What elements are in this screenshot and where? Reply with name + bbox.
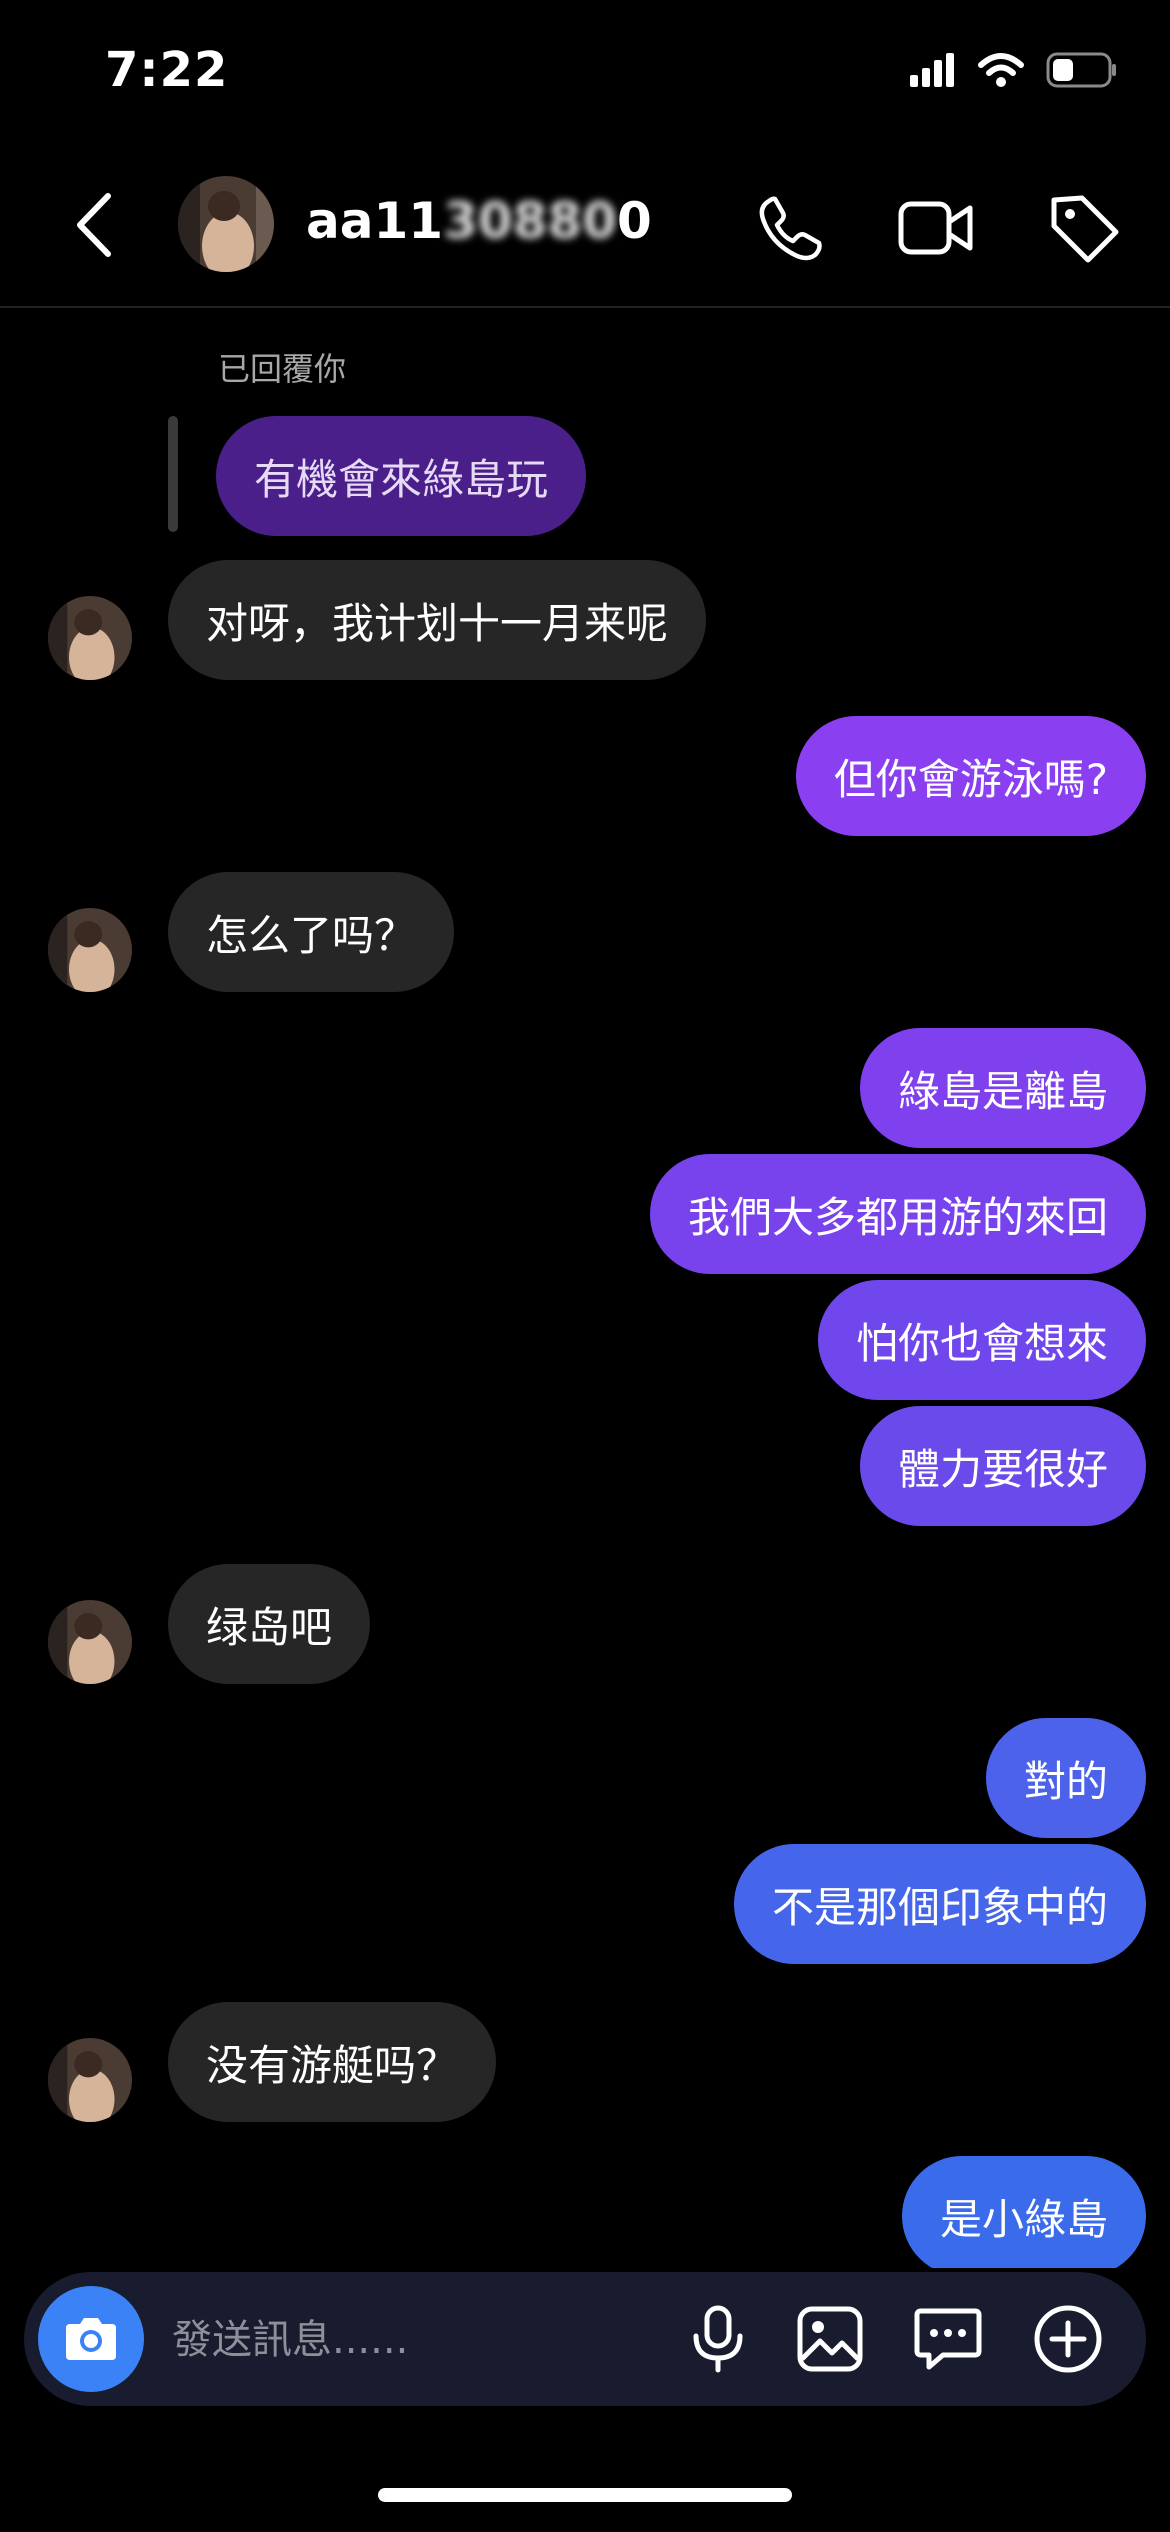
microphone-icon	[693, 2305, 743, 2373]
message-input[interactable]	[170, 2304, 624, 2376]
contact-name-blurred: 30880	[443, 192, 618, 250]
gallery-button[interactable]	[790, 2299, 870, 2379]
avatar[interactable]	[48, 1600, 132, 1684]
quoted-message[interactable]: 有機會來綠島玩	[216, 416, 587, 536]
more-button[interactable]	[1028, 2299, 1108, 2379]
reply-quote-bar	[168, 416, 178, 532]
call-button[interactable]	[750, 188, 830, 268]
status-bar: 7:22	[0, 0, 1170, 150]
chat-header: aa11308800	[0, 150, 1170, 308]
status-time: 7:22	[105, 42, 229, 98]
chevron-left-icon	[77, 193, 111, 257]
back-button[interactable]	[62, 190, 126, 260]
tag-button[interactable]	[1044, 188, 1124, 268]
status-icons	[910, 52, 1118, 92]
phone-icon	[759, 196, 822, 261]
camera-button[interactable]	[38, 2286, 144, 2392]
tag-icon	[1051, 195, 1119, 263]
avatar[interactable]	[48, 596, 132, 680]
message-bubble-outgoing[interactable]: 不是那個印象中的	[733, 1844, 1146, 1964]
message-bubble-incoming[interactable]: 绿岛吧	[168, 1564, 371, 1684]
contact-name-suffix: 0	[617, 192, 652, 250]
message-bubble-outgoing[interactable]: 體力要很好	[859, 1406, 1146, 1526]
message-bubble-outgoing[interactable]: 但你會游泳嗎?	[795, 716, 1146, 836]
home-indicator[interactable]	[378, 2488, 792, 2502]
message-list[interactable]: 已回覆你 有機會來綠島玩 对呀，我计划十一月来呢 但你會游泳嗎? 怎么了吗？ 綠…	[0, 308, 1170, 2268]
battery-icon	[1046, 52, 1118, 92]
video-camera-icon	[898, 201, 973, 255]
signal-icon	[910, 53, 956, 91]
sticker-button[interactable]	[908, 2299, 988, 2379]
image-icon	[797, 2306, 863, 2372]
wifi-icon	[978, 53, 1024, 91]
camera-icon	[66, 2318, 116, 2360]
avatar[interactable]	[48, 2038, 132, 2122]
avatar[interactable]	[178, 176, 274, 272]
message-bubble-outgoing[interactable]: 我們大多都用游的來回	[649, 1154, 1146, 1274]
message-bubble-outgoing[interactable]: 對的	[985, 1718, 1146, 1838]
contact-name-visible: aa11	[306, 192, 444, 250]
message-bubble-outgoing[interactable]: 怕你也會想來	[817, 1280, 1146, 1400]
message-bubble-incoming[interactable]: 怎么了吗？	[168, 872, 455, 992]
chat-bubble-icon	[914, 2308, 982, 2370]
reply-note: 已回覆你	[218, 350, 347, 388]
voice-button[interactable]	[678, 2299, 758, 2379]
contact-name[interactable]: aa11308800	[306, 192, 652, 250]
video-call-button[interactable]	[896, 188, 976, 268]
avatar[interactable]	[48, 908, 132, 992]
message-bubble-incoming[interactable]: 没有游艇吗？	[168, 2002, 497, 2122]
message-bubble-outgoing[interactable]: 綠島是離島	[859, 1028, 1146, 1148]
message-bubble-outgoing[interactable]: 是小綠島	[901, 2156, 1146, 2268]
plus-circle-icon	[1034, 2305, 1102, 2373]
message-bubble-incoming[interactable]: 对呀，我计划十一月来呢	[168, 560, 707, 680]
message-composer	[24, 2272, 1146, 2406]
